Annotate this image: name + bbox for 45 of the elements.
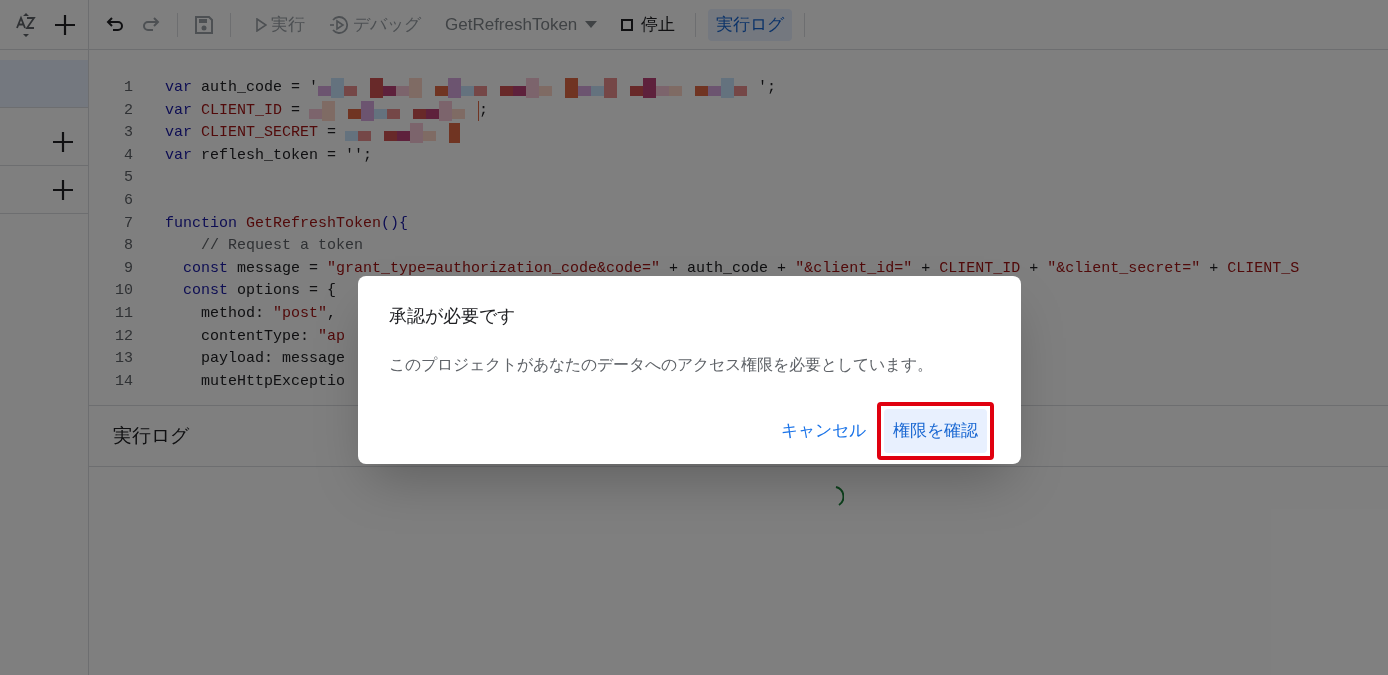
line-number: 11 <box>114 304 133 324</box>
loading-spinner <box>833 485 844 507</box>
add-icon[interactable] <box>53 131 73 152</box>
code-text: var reflesh_token = ''; <box>165 145 373 166</box>
line-number: 2 <box>123 100 133 121</box>
code-text: var CLIENT_ID = <box>165 100 302 121</box>
debug-icon <box>329 14 349 35</box>
code-text: // Request a token <box>200 236 364 257</box>
dialog-title: 承認が必要です <box>389 305 516 328</box>
execution-log-button[interactable]: 実行ログ <box>708 8 793 41</box>
stop-icon <box>621 18 634 31</box>
line-number: 1 <box>123 78 133 99</box>
line-number: 10 <box>114 281 133 302</box>
line-number: 13 <box>114 349 133 370</box>
code-text: function GetRefreshToken(){ <box>165 213 409 234</box>
confirm-button[interactable]: 権限を確認 <box>884 409 987 453</box>
line-number: 14 <box>114 371 133 392</box>
code-text: var auth_code = ' <box>165 78 319 99</box>
stop-button[interactable]: 停止 <box>621 11 676 38</box>
line-number: 9 <box>123 258 133 279</box>
code-text: ; <box>479 100 489 121</box>
code-text: '; <box>758 78 777 99</box>
code-text: contentType: "ap <box>200 326 346 347</box>
add-icon[interactable] <box>53 179 73 200</box>
function-dropdown[interactable]: GetRefreshToken <box>445 11 598 38</box>
cancel-button[interactable]: キャンセル <box>781 409 866 453</box>
code-text: method: "post", <box>200 304 337 324</box>
line-number: 3 <box>123 123 133 144</box>
line-number: 12 <box>114 326 133 347</box>
line-number: 8 <box>123 236 133 257</box>
save-icon[interactable] <box>194 14 214 35</box>
line-number: 6 <box>123 191 133 211</box>
code-text: payload: message <box>200 349 346 370</box>
panel-title: 実行ログ <box>113 423 189 448</box>
add-icon[interactable] <box>55 14 75 35</box>
line-number: 5 <box>123 168 133 189</box>
code-text: muteHttpExceptio <box>200 371 346 392</box>
play-icon <box>255 17 267 32</box>
line-number: 4 <box>123 145 133 166</box>
code-text: const message = "grant_type=authorization_code&code=" + auth_code + "&client_id=" + CLIENT_ID + "&client_secret=" + CLIENT_S <box>182 258 1300 279</box>
caret-icon <box>585 21 598 28</box>
code-text: var CLIENT_SECRET = <box>165 123 338 144</box>
line-number: 7 <box>123 213 133 234</box>
dialog-message: このプロジェクトがあなたのデータへのアクセス権限を必要としています。 <box>389 355 934 375</box>
code-text: const options = { <box>182 281 337 302</box>
